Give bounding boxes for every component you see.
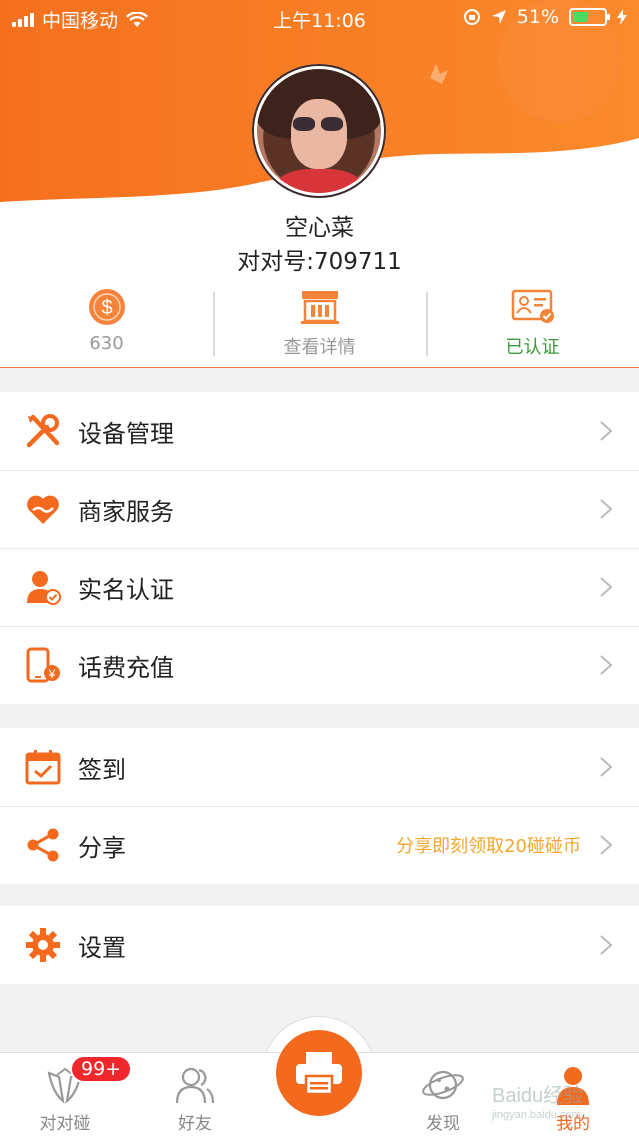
location-arrow-icon xyxy=(491,10,506,24)
profile-screen: 中国移动 上午11:06 51% 空心菜 对对号:709711 $ 630 查看… xyxy=(0,0,639,1136)
stats-bar: $ 630 查看详情 已认证 xyxy=(0,284,639,368)
account-id: 对对号:709711 xyxy=(237,249,402,275)
id-card-verified-icon xyxy=(511,287,555,327)
status-bar: 中国移动 上午11:06 51% xyxy=(0,0,639,36)
tab-label: 发现 xyxy=(426,1114,460,1134)
tab-bump[interactable]: 对对碰 99+ xyxy=(10,1053,133,1136)
share-reward-hint: 分享即刻领取20碰碰币 xyxy=(396,836,581,857)
menu-label: 分享 xyxy=(78,833,126,862)
watermark-text: Baidu经验 xyxy=(492,1084,583,1107)
menu-check-in[interactable]: 签到 xyxy=(0,728,639,806)
coin-balance: 630 xyxy=(89,333,124,354)
watermark-subtext: jingyan.baidu.com xyxy=(491,1109,581,1121)
friends-icon xyxy=(173,1063,217,1107)
tools-icon xyxy=(24,412,62,450)
menu-group-activities: 签到 分享 分享即刻领取20碰碰币 xyxy=(0,728,639,884)
tab-label: 好友 xyxy=(178,1114,212,1134)
menu-group-settings: 设置 xyxy=(0,906,639,984)
printer-icon xyxy=(296,1052,342,1096)
menu-label: 商家服务 xyxy=(78,497,174,526)
chevron-right-icon xyxy=(600,421,613,441)
menu-real-name-verification[interactable]: 实名认证 xyxy=(0,548,639,626)
avatar[interactable] xyxy=(252,64,386,198)
chevron-right-icon xyxy=(600,757,613,777)
menu-label: 设置 xyxy=(78,933,126,962)
shop-details-label: 查看详情 xyxy=(283,337,356,358)
svg-text:¥: ¥ xyxy=(48,667,56,681)
stat-shop-details[interactable]: 查看详情 xyxy=(213,284,426,367)
profile-header: 中国移动 上午11:06 51% 空心菜 对对号:709711 $ 630 查看… xyxy=(0,0,639,368)
nickname: 空心菜 xyxy=(285,215,354,241)
share-icon xyxy=(24,826,62,864)
stat-coins[interactable]: $ 630 xyxy=(0,284,213,367)
calendar-check-icon xyxy=(24,748,62,786)
tab-friends[interactable]: 好友 xyxy=(140,1053,250,1136)
verified-user-icon xyxy=(24,568,62,606)
chevron-right-icon xyxy=(600,577,613,597)
heart-hand-icon xyxy=(24,490,62,528)
battery-percent: 51% xyxy=(516,6,559,28)
menu-settings[interactable]: 设置 xyxy=(0,906,639,984)
gear-icon xyxy=(24,926,62,964)
phone-recharge-icon: ¥ xyxy=(24,646,62,684)
chevron-right-icon xyxy=(600,935,613,955)
menu-merchant-services[interactable]: 商家服务 xyxy=(0,470,639,548)
planet-icon xyxy=(421,1063,465,1107)
chevron-right-icon xyxy=(600,499,613,519)
shop-icon xyxy=(298,287,342,327)
rotation-lock-icon xyxy=(463,9,480,25)
chevron-right-icon xyxy=(600,835,613,855)
tab-print[interactable] xyxy=(276,1030,362,1116)
verified-label: 已认证 xyxy=(505,337,560,358)
stat-verified[interactable]: 已认证 xyxy=(426,284,639,367)
menu-phone-recharge[interactable]: ¥ 话费充值 xyxy=(0,626,639,704)
menu-share[interactable]: 分享 分享即刻领取20碰碰币 xyxy=(0,806,639,884)
tab-label: 对对碰 xyxy=(39,1114,91,1134)
coin-icon: $ xyxy=(85,287,129,327)
menu-group-main: 设备管理 商家服务 实名认证 ¥ 话费充值 xyxy=(0,392,639,704)
battery-icon xyxy=(569,8,610,26)
menu-label: 设备管理 xyxy=(78,419,174,448)
notification-badge: 99+ xyxy=(70,1055,133,1083)
menu-label: 话费充值 xyxy=(78,653,174,682)
svg-text:$: $ xyxy=(101,297,112,319)
charging-bolt-icon xyxy=(617,9,627,25)
menu-label: 实名认证 xyxy=(78,575,174,604)
menu-device-management[interactable]: 设备管理 xyxy=(0,392,639,470)
tab-discover[interactable]: 发现 xyxy=(388,1053,498,1136)
chevron-right-icon xyxy=(600,655,613,675)
baidu-watermark: Baidu经验 jingyan.baidu.com xyxy=(491,1084,583,1121)
menu-label: 签到 xyxy=(78,755,126,784)
